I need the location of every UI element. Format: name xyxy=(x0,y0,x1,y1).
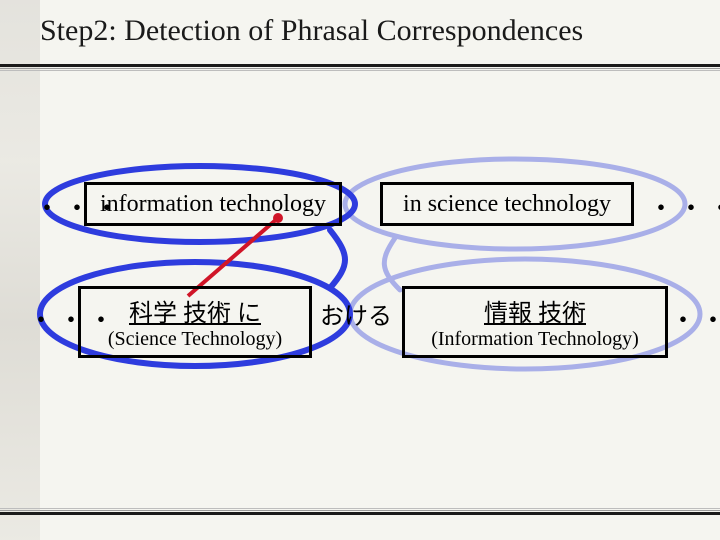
link-overlay xyxy=(0,0,720,540)
en-trailing-ellipsis: ・・・ xyxy=(648,188,720,225)
en-box1-text: information technology xyxy=(100,191,326,218)
en-box2-text: in science technology xyxy=(403,191,611,218)
jp-box-science-technology: 科学 技術 に (Science Technology) xyxy=(78,286,312,358)
en-box-information-technology: information technology xyxy=(84,182,342,226)
jp-box-information-technology: 情報 技術 (Information Technology) xyxy=(402,286,668,358)
jp-box1-sub: (Science Technology) xyxy=(108,328,282,351)
en-box-in-science-technology: in science technology xyxy=(380,182,634,226)
jp-box1-main: 科学 技術 に xyxy=(129,293,261,328)
jp-box2-main: 情報 技術 xyxy=(484,293,586,328)
jp-connector-okeru: おける xyxy=(320,296,392,331)
diagram-canvas: ・・・ information technology in science te… xyxy=(0,0,720,540)
jp-trailing-ellipsis: ・・・ xyxy=(670,300,720,337)
jp-box2-sub: (Information Technology) xyxy=(431,328,639,351)
footer-divider xyxy=(0,508,720,518)
